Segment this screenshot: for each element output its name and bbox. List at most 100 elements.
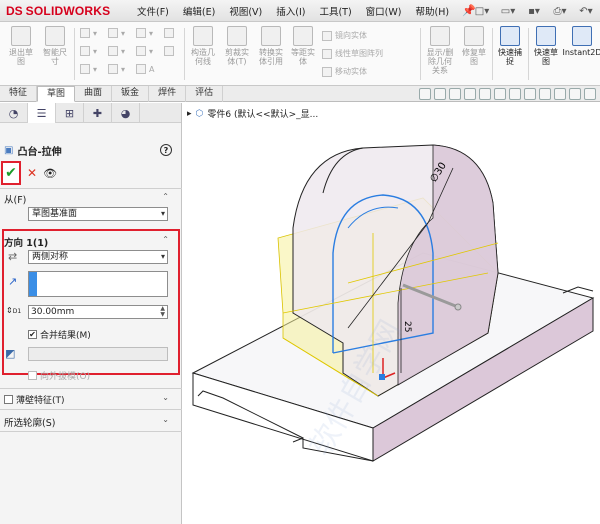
selected-contours-header[interactable]: 所选轮廓(S) [4, 415, 55, 429]
section-view-icon[interactable] [464, 88, 476, 100]
configuration-manager-tab-icon[interactable]: ⊞ [56, 103, 84, 123]
new-file-icon[interactable]: □▾ [472, 3, 492, 19]
rectangle-tool[interactable]: ▾ [80, 46, 97, 56]
menu-view[interactable]: 视图(V) [222, 4, 269, 18]
view-orientation-icon[interactable] [494, 88, 506, 100]
merge-result-checkbox[interactable]: ✔ 合并结果(M) [28, 328, 91, 341]
menu-file[interactable]: 文件(F) [130, 4, 176, 18]
repair-sketch-button[interactable]: 修复草 图 [458, 26, 490, 66]
divider [0, 431, 182, 432]
divider [0, 409, 182, 410]
reverse-direction-icon[interactable]: ⇄ [8, 250, 17, 263]
from-section-header[interactable]: 从(F) [4, 192, 26, 206]
tab-sketch[interactable]: 草图 [37, 86, 76, 102]
open-file-icon[interactable]: ▭▾ [498, 3, 518, 19]
exit-sketch-button[interactable]: 退出草 图 [6, 26, 36, 66]
expand-thin-feature-icon[interactable]: ⌄ [162, 393, 169, 402]
exit-sketch-icon [11, 26, 31, 46]
menu-help[interactable]: 帮助(H) [408, 4, 456, 18]
spin-arrows-icon[interactable]: ▲ ▼ [160, 306, 165, 318]
divider [0, 188, 182, 189]
tab-features[interactable]: 特征 [0, 86, 38, 102]
help-icon[interactable]: ? [160, 144, 172, 156]
undo-icon[interactable]: ↶▾ [576, 3, 596, 19]
linear-pattern-button[interactable]: 线性草图阵列 [322, 48, 383, 59]
move-entities-button[interactable]: 移动实体 [322, 66, 367, 77]
spline-tool[interactable]: ▾ [136, 28, 153, 38]
view-settings-icon[interactable] [569, 88, 581, 100]
fillet-tool[interactable] [164, 46, 174, 56]
tab-surfaces[interactable]: 曲面 [75, 86, 113, 102]
thin-feature-checkbox[interactable]: 薄壁特征(T) [4, 393, 65, 406]
save-icon[interactable]: ▪▾ [524, 3, 544, 19]
construction-geometry-icon [193, 26, 213, 46]
preview-eye-icon[interactable]: 👁 [43, 167, 57, 180]
rapid-sketch-button[interactable]: 快速草 图 [530, 26, 562, 66]
point-tool[interactable] [164, 28, 174, 38]
rectangle-icon [80, 46, 90, 56]
cancel-button[interactable]: ✕ [27, 166, 37, 180]
property-manager-tab-icon[interactable]: ☰ [28, 103, 56, 123]
line-tool[interactable]: ▾ [80, 28, 97, 38]
graphics-area[interactable]: ▸ ⬡ 零件6 (默认<<默认>_显... ∅30 25 软件自学网 [183, 103, 600, 524]
menu-edit[interactable]: 编辑(E) [176, 4, 222, 18]
slot-tool[interactable]: ▾ [80, 64, 97, 74]
menu-bar: 文件(F) 编辑(E) 视图(V) 插入(I) 工具(T) 窗口(W) 帮助(H… [130, 4, 456, 18]
smart-dimension-button[interactable]: 智能尺 寸 [40, 26, 70, 66]
print-icon[interactable]: ⎙▾ [550, 3, 570, 19]
menu-insert[interactable]: 插入(I) [269, 4, 312, 18]
relations-icon [430, 26, 450, 46]
feature-manager-tab-icon[interactable]: ◔ [0, 103, 28, 123]
zoom-area-icon[interactable] [434, 88, 446, 100]
collapse-direction1-icon[interactable]: ⌃ [162, 235, 169, 244]
dynamic-annotation-icon[interactable] [479, 88, 491, 100]
previous-view-icon[interactable] [449, 88, 461, 100]
instant2d-button[interactable]: Instant2D [562, 26, 600, 57]
text-tool[interactable]: A [136, 64, 154, 74]
trim-entities-button[interactable]: 剪裁实 体(T) [220, 26, 254, 66]
line-icon [80, 28, 90, 38]
display-manager-tab-icon[interactable]: ◕ [112, 103, 140, 123]
display-style-icon[interactable] [509, 88, 521, 100]
ok-button[interactable]: ✔ [1, 161, 21, 185]
convert-entities-button[interactable]: 转换实 体引用 [254, 26, 288, 66]
convert-entities-label: 转换实 体引用 [259, 48, 283, 66]
zoom-to-fit-icon[interactable] [419, 88, 431, 100]
direction-vector-selection-box[interactable] [28, 271, 168, 297]
quick-access-toolbar: □▾ ▭▾ ▪▾ ⎙▾ ↶▾ [472, 3, 596, 19]
watermark-graphic: 软件自学网 [303, 315, 408, 462]
display-relations-button[interactable]: 显示/删 除几何 关系 [422, 26, 458, 75]
end-condition-dropdown[interactable]: 两侧对称 ▾ [28, 250, 168, 264]
menu-window[interactable]: 窗口(W) [359, 4, 409, 18]
mirror-entities-button[interactable]: 镜向实体 [322, 30, 367, 41]
arc-tool[interactable]: ▾ [108, 46, 125, 56]
polygon-tool[interactable]: ▾ [108, 64, 125, 74]
draft-icon[interactable]: ◩ [5, 347, 15, 360]
tab-sheet-metal[interactable]: 钣金 [112, 86, 150, 102]
dimxpert-manager-tab-icon[interactable]: ✚ [84, 103, 112, 123]
offset-entities-button[interactable]: 等距实 体 [288, 26, 318, 66]
quick-snaps-button[interactable]: 快速捕 捉 [494, 26, 526, 66]
scene-icon[interactable] [554, 88, 566, 100]
collapse-from-icon[interactable]: ⌃ [162, 192, 169, 201]
monitor-icon[interactable] [584, 88, 596, 100]
ellipse-tool[interactable]: ▾ [136, 46, 153, 56]
quick-snaps-icon [500, 26, 520, 46]
checkbox-empty-icon [4, 395, 13, 404]
from-dropdown[interactable]: 草图基准面 ▾ [28, 207, 168, 221]
spline-icon [136, 28, 146, 38]
expand-selected-contours-icon[interactable]: ⌄ [162, 415, 169, 424]
hide-show-icon[interactable] [524, 88, 536, 100]
direction1-section-header[interactable]: 方向 1(1) [4, 235, 48, 249]
circle-tool[interactable]: ▾ [108, 28, 125, 38]
tab-evaluate[interactable]: 评估 [186, 86, 224, 102]
solidworks-logo[interactable]: DS SOLIDWORKS [0, 4, 130, 18]
divider [0, 388, 182, 389]
edit-appearance-icon[interactable] [539, 88, 551, 100]
construction-geometry-button[interactable]: 构造几 何线 [186, 26, 220, 66]
depth-input[interactable]: 30.00mm ▲ ▼ [28, 305, 168, 319]
ds-logo-mark: DS [6, 3, 23, 18]
tab-weldments[interactable]: 焊件 [149, 86, 187, 102]
ribbon-separator [184, 28, 185, 80]
menu-tools[interactable]: 工具(T) [312, 4, 358, 18]
